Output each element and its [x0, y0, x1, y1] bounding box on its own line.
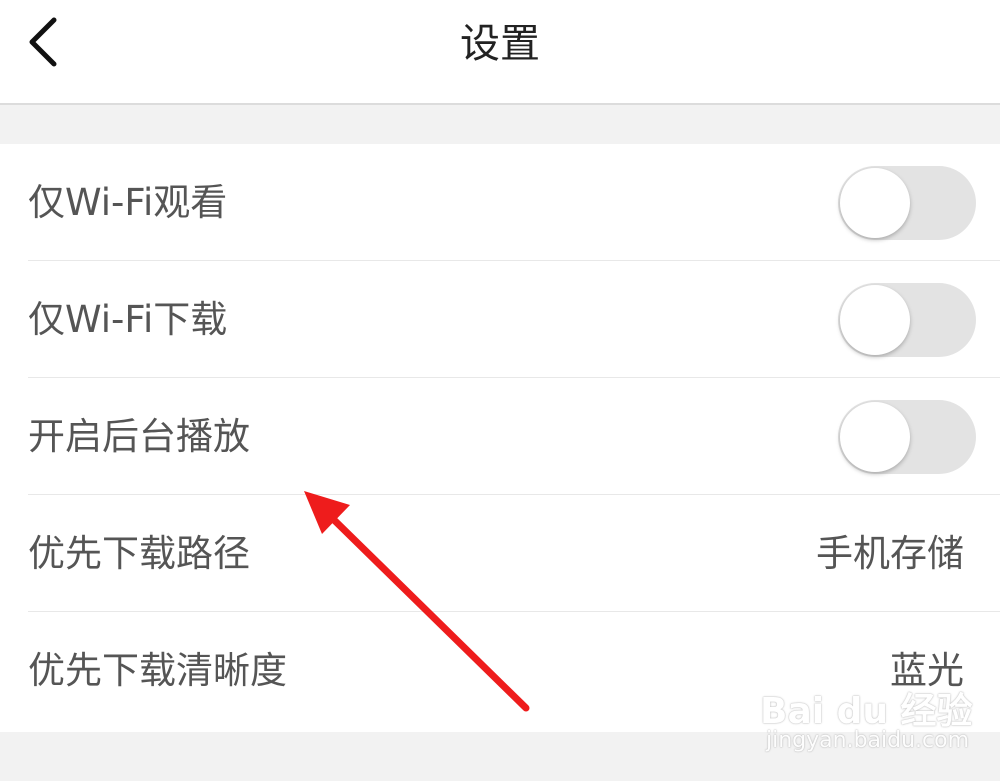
toggle-knob [840, 168, 910, 238]
watermark-site: jingyan.baidu.com [766, 728, 970, 753]
wifi-watch-toggle[interactable] [838, 166, 976, 240]
setting-label: 开启后台播放 [28, 415, 250, 458]
wifi-download-toggle[interactable] [838, 283, 976, 357]
setting-row-background-play: 开启后台播放 [0, 378, 1000, 495]
toggle-knob [840, 285, 910, 355]
setting-label: 仅Wi-Fi下载 [28, 298, 228, 341]
setting-label: 优先下载清晰度 [28, 649, 287, 692]
setting-label: 仅Wi-Fi观看 [28, 181, 228, 224]
setting-label: 优先下载路径 [28, 532, 250, 575]
watermark-brand: Bai du 经验 [760, 691, 973, 732]
page-title: 设置 [460, 21, 540, 67]
setting-row-download-path[interactable]: 优先下载路径 手机存储 [0, 495, 1000, 612]
toggle-knob [840, 402, 910, 472]
background-play-toggle[interactable] [838, 400, 976, 474]
settings-list: 仅Wi-Fi观看 仅Wi-Fi下载 开启后台播放 优先下载路径 手机存储 优先下… [0, 144, 1000, 732]
setting-value: 手机存储 [816, 532, 964, 575]
baidu-watermark: Bai du 经验 jingyan.baidu.com [760, 682, 990, 762]
header-bar: 设置 [0, 0, 1000, 105]
setting-row-wifi-watch: 仅Wi-Fi观看 [0, 144, 1000, 261]
setting-row-wifi-download: 仅Wi-Fi下载 [0, 261, 1000, 378]
